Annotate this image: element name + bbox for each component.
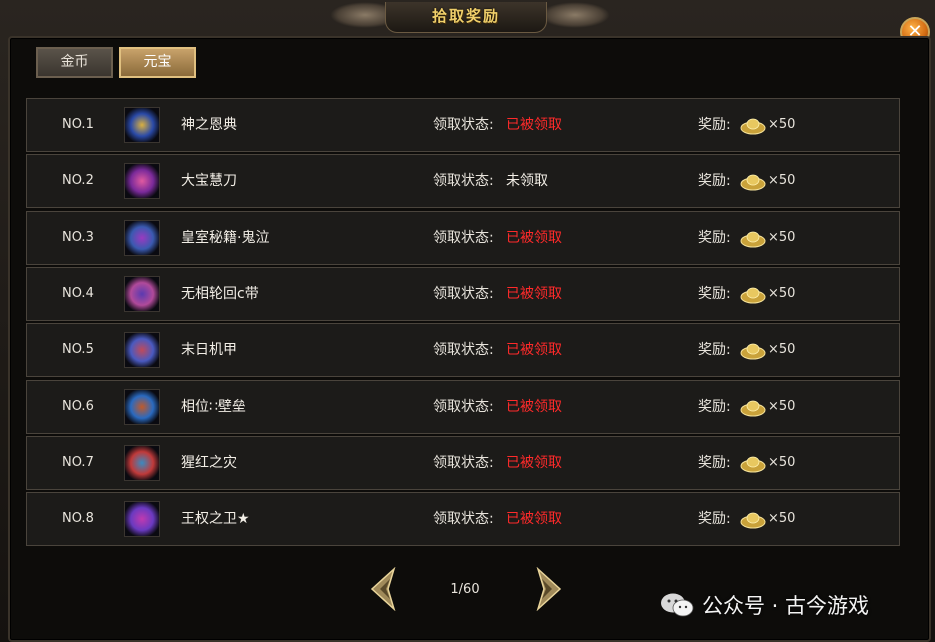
item-artwork-icon <box>125 164 159 199</box>
watermark-text: 公众号 · 古今游戏 <box>702 594 870 618</box>
rank-label: NO.1 <box>62 117 94 132</box>
gold-ingot-icon <box>740 512 766 529</box>
reward-label: 奖励: <box>698 229 731 246</box>
reward-label: 奖励: <box>698 454 731 471</box>
item-icon[interactable] <box>124 444 160 481</box>
rank-label: NO.7 <box>62 454 94 470</box>
window-title: 拾取奖励 <box>431 7 500 25</box>
status-label: 领取状态: <box>433 454 494 471</box>
reward-label: 奖励: <box>698 398 731 415</box>
item-icon[interactable] <box>124 107 160 143</box>
gold-ingot-icon <box>740 456 766 473</box>
reward-count: ×50 <box>768 511 796 527</box>
item-name: 王权之卫★ <box>181 511 250 528</box>
reward-window: 拾取奖励 ✕ 金币 元宝 NO.1 神之恩典 领取状态: 已被领取 奖励: ×50 NO.2… <box>0 0 935 642</box>
reward-label: 奖励: <box>698 511 731 528</box>
item-icon[interactable] <box>124 219 160 256</box>
item-artwork-icon <box>125 333 159 368</box>
prev-arrow-icon[interactable] <box>368 567 402 611</box>
item-name: 大宝慧刀 <box>181 173 237 190</box>
reward-row[interactable]: NO.5 末日机甲 领取状态: 已被领取 奖励: ×50 <box>26 323 900 378</box>
item-artwork-icon <box>125 108 159 142</box>
status-label: 领取状态: <box>433 229 494 246</box>
gold-ingot-icon <box>740 231 766 248</box>
gold-ingot-icon <box>740 174 766 191</box>
item-artwork-icon <box>125 502 159 537</box>
status-label: 领取状态: <box>433 342 494 359</box>
wechat-icon <box>661 593 694 617</box>
reward-row[interactable]: NO.1 神之恩典 领取状态: 已被领取 奖励: ×50 <box>26 98 900 152</box>
gold-ingot-icon <box>740 118 766 135</box>
reward-count: ×50 <box>768 342 796 358</box>
item-artwork-icon <box>125 445 159 480</box>
item-icon[interactable] <box>124 332 160 369</box>
rank-label: NO.5 <box>62 342 94 358</box>
reward-row[interactable]: NO.2 大宝慧刀 领取状态: 未领取 奖励: ×50 <box>26 154 900 209</box>
item-icon[interactable] <box>124 275 160 312</box>
reward-count: ×50 <box>768 398 796 414</box>
item-artwork-icon <box>125 220 159 255</box>
reward-row[interactable]: NO.6 相位∷壁垒 领取状态: 已被领取 奖励: ×50 <box>26 379 900 434</box>
item-name: 无相轮回ⅽ带 <box>181 285 259 302</box>
gold-ingot-icon <box>740 400 766 416</box>
next-arrow-icon[interactable] <box>530 567 564 611</box>
status-label: 领取状态: <box>433 117 494 133</box>
item-name: 皇室秘籍·鬼泣 <box>181 229 270 246</box>
claim-status: 已被领取 <box>506 117 562 133</box>
rank-label: NO.4 <box>62 285 94 301</box>
reward-count: ×50 <box>768 454 796 470</box>
reward-count: ×50 <box>768 117 796 132</box>
right-horn-ornament <box>540 2 610 28</box>
tab-gold-label: 金币 <box>60 54 89 70</box>
rank-label: NO.6 <box>62 398 94 414</box>
reward-count: ×50 <box>768 229 796 245</box>
claim-status: 已被领取 <box>506 285 562 302</box>
claim-status: 已被领取 <box>506 511 562 528</box>
rank-label: NO.3 <box>62 229 94 245</box>
item-name: 相位∷壁垒 <box>181 398 246 415</box>
item-name: 神之恩典 <box>181 117 237 133</box>
claim-status: 已被领取 <box>506 454 562 471</box>
tab-yuanbao[interactable]: 元宝 <box>119 47 196 78</box>
item-name: 猩红之灾 <box>181 454 237 471</box>
item-artwork-icon <box>125 276 159 311</box>
item-artwork-icon <box>125 389 159 424</box>
watermark: 公众号 · 古今游戏 <box>660 588 869 622</box>
status-label: 领取状态: <box>433 285 494 302</box>
status-label: 领取状态: <box>433 511 494 528</box>
reward-row[interactable]: NO.8 王权之卫★ 领取状态: 已被领取 奖励: ×50 <box>26 492 900 547</box>
item-icon[interactable] <box>124 163 160 200</box>
gold-ingot-icon <box>740 343 766 360</box>
gold-ingot-icon <box>740 287 766 304</box>
claim-status: 已被领取 <box>506 398 562 415</box>
page-indicator: 1/60 <box>450 582 480 597</box>
title-plate: 拾取奖励 <box>385 2 547 33</box>
claim-status: 已被领取 <box>506 229 562 246</box>
tab-yuanbao-label: 元宝 <box>143 54 172 70</box>
tab-gold[interactable]: 金币 <box>36 47 113 78</box>
item-name: 末日机甲 <box>181 342 237 359</box>
status-label: 领取状态: <box>433 173 494 190</box>
rank-label: NO.8 <box>62 511 94 527</box>
pager: 1/60 <box>360 567 570 617</box>
reward-label: 奖励: <box>698 173 731 190</box>
status-label: 领取状态: <box>433 398 494 415</box>
reward-row[interactable]: NO.7 猩红之灾 领取状态: 已被领取 奖励: ×50 <box>26 435 900 490</box>
claim-status: 已被领取 <box>506 342 562 359</box>
reward-count: ×50 <box>768 173 796 189</box>
reward-label: 奖励: <box>698 117 731 133</box>
claim-status: 未领取 <box>506 173 548 190</box>
rank-label: NO.2 <box>62 173 94 189</box>
item-icon[interactable] <box>124 501 160 538</box>
reward-row[interactable]: NO.3 皇室秘籍·鬼泣 领取状态: 已被领取 奖励: ×50 <box>26 210 900 265</box>
reward-label: 奖励: <box>698 285 731 302</box>
reward-count: ×50 <box>768 285 796 301</box>
item-icon[interactable] <box>124 388 160 425</box>
reward-row[interactable]: NO.4 无相轮回ⅽ带 领取状态: 已被领取 奖励: ×50 <box>26 266 900 321</box>
reward-label: 奖励: <box>698 342 731 359</box>
